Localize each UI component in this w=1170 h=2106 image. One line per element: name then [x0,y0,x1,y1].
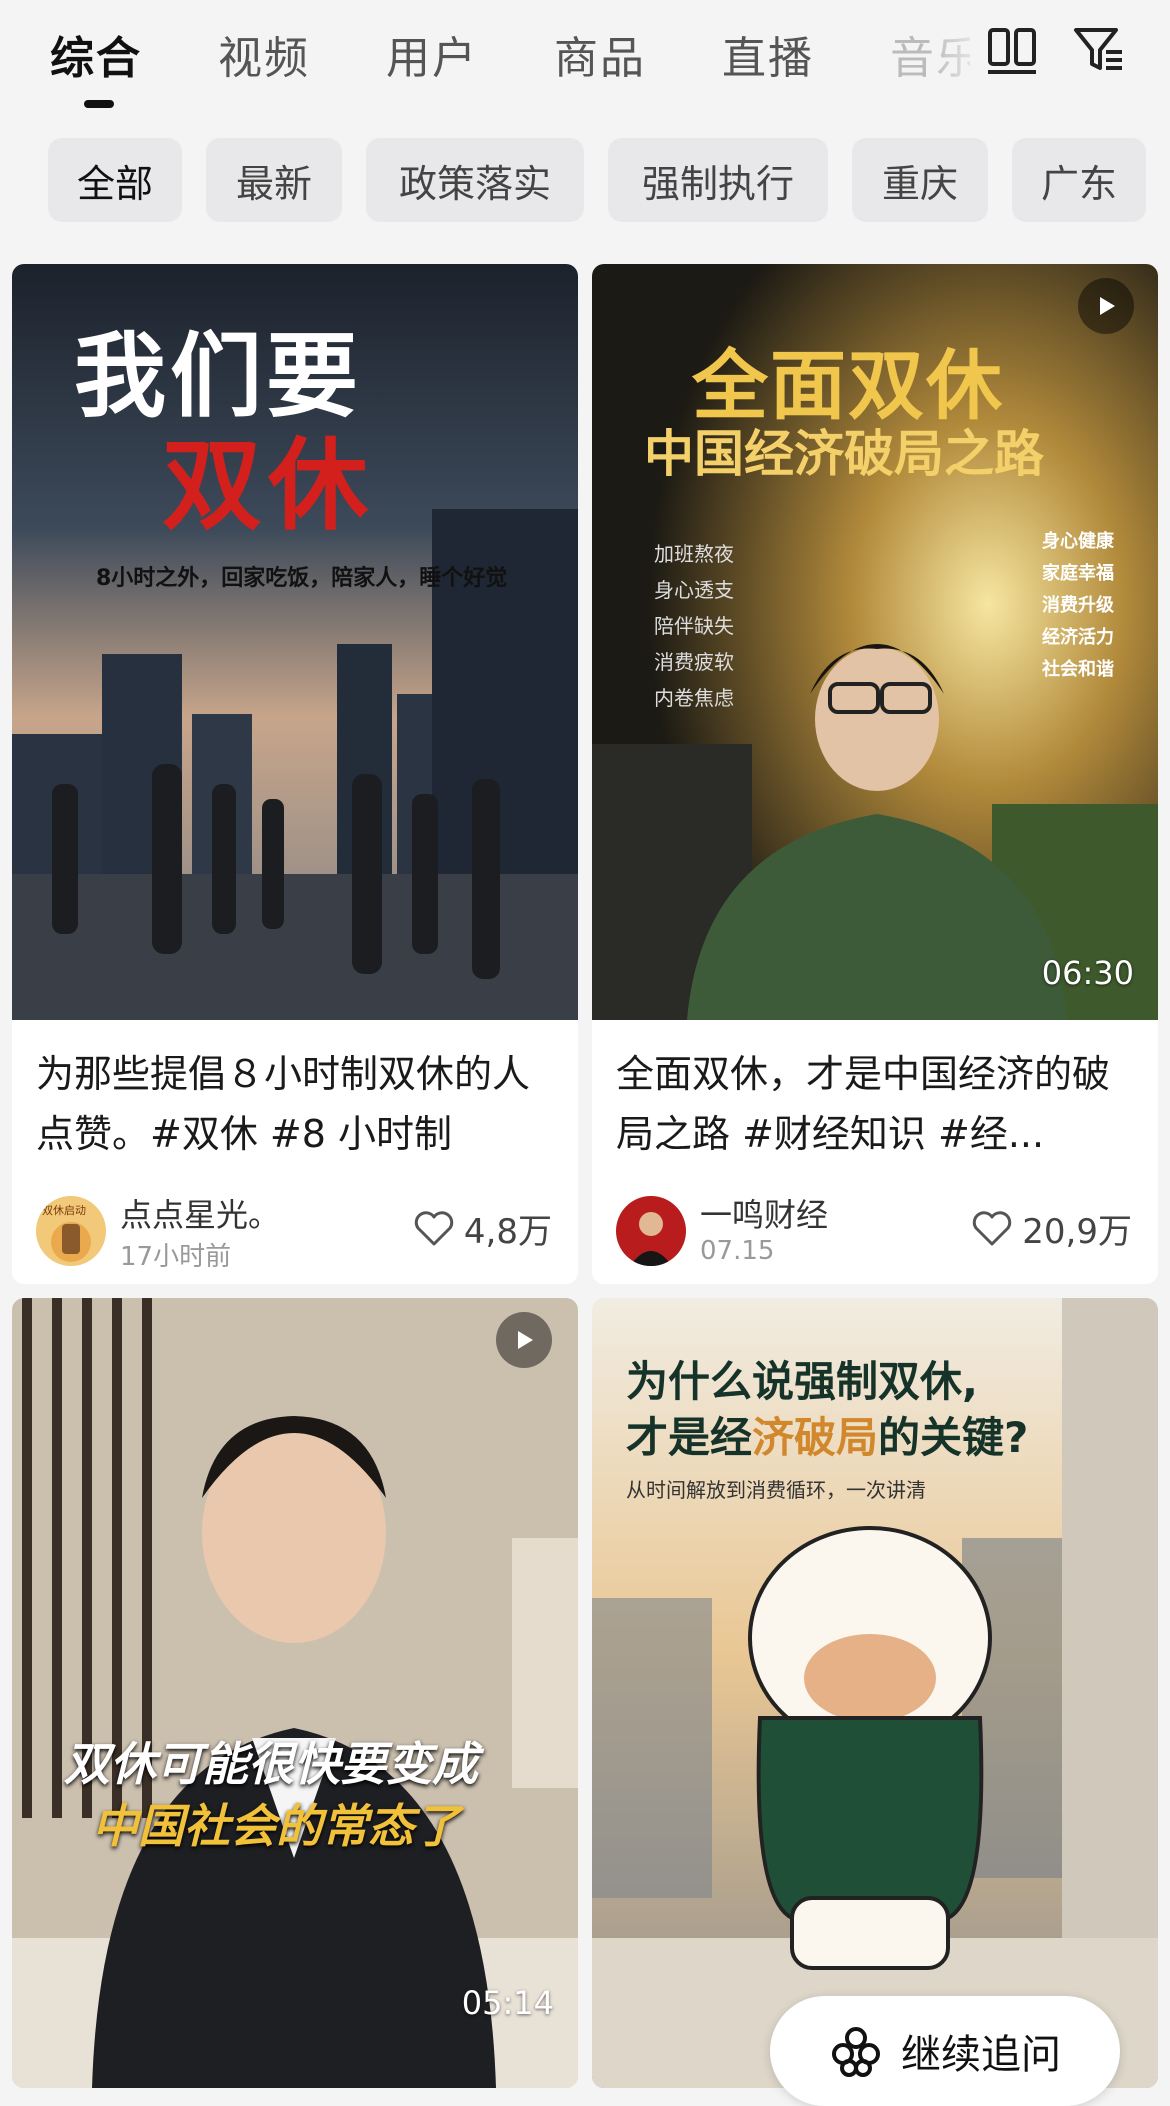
continue-ask-label: 继续追问 [901,2032,1061,2078]
cover-list-item: 身心健康 [1042,531,1114,552]
top-tab-bar: 综合 视频 用户 商品 直播 音乐 [0,0,1170,120]
chip-latest[interactable]: 最新 [206,138,342,222]
video-title[interactable]: 全面双休，才是中国经济的破局之路 #财经知识 #经... [616,1044,1136,1164]
chip-enforce[interactable]: 强制执行 [608,138,828,222]
cover-headline-part: 才是经 [626,1413,753,1462]
avatar[interactable]: 双休启动 [36,1196,106,1266]
play-icon[interactable] [496,1312,552,1368]
chip-all[interactable]: 全部 [48,138,182,222]
like-count: 20,9万 [1022,1212,1132,1252]
cover-list-item: 消费升级 [1042,595,1114,616]
video-duration: 05:14 [461,1984,554,2022]
cover-headline-part: 的关键? [878,1413,1029,1462]
video-cover[interactable]: 全面双休 中国经济破局之路 加班熬夜 身心透支 陪伴缺失 消费疲软 内卷焦虑 身… [592,264,1158,1020]
cover-list-item: 陪伴缺失 [654,614,734,638]
cover-subtitle: 8小时之外，回家吃饭，陪家人，睡个好觉 [96,566,508,591]
heart-icon [414,1210,454,1245]
tab-products[interactable]: 商品 [554,22,646,86]
video-duration: 06:30 [1041,954,1134,992]
avatar-label: 双休启动 [42,1204,86,1217]
like-button[interactable]: 20,9万 [972,1204,1132,1253]
heart-icon [973,1210,1012,1245]
video-card[interactable]: 为什么说强制双休, 才是经济破局的关键? 从时间解放到消费循环，一次讲清 [592,1298,1158,2088]
cover-list-item: 消费疲软 [654,650,734,674]
post-time: 17小时前 [120,1242,232,1272]
cover-headline-2: 中国社会的常态了 [92,1799,460,1853]
tab-fade-mask [930,10,990,100]
tab-users[interactable]: 用户 [386,22,478,86]
author-name[interactable]: 点点星光。 [120,1190,280,1236]
cover-headline-2: 双休 [162,427,374,544]
video-cover[interactable]: 为什么说强制双休, 才是经济破局的关键? 从时间解放到消费循环，一次讲清 [592,1298,1158,2088]
cover-list-item: 社会和谐 [1042,659,1114,680]
cover-right-list: 身心健康 家庭幸福 消费升级 经济活力 社会和谐 [1042,526,1114,686]
tab-live[interactable]: 直播 [722,22,814,86]
avatar[interactable] [616,1196,686,1266]
post-time: 07.15 [700,1236,775,1266]
video-card[interactable]: 双休可能很快要变成 中国社会的常态了 05:14 [12,1298,578,2088]
continue-ask-button[interactable]: 继续追问 [770,1996,1120,2106]
cover-headline-highlight: 济破局 [752,1413,879,1462]
play-icon[interactable] [1078,278,1134,334]
cover-headline-2: 中国经济破局之路 [644,425,1044,483]
cover-list-item: 内卷焦虑 [654,686,734,710]
chip-chongqing[interactable]: 重庆 [852,138,988,222]
flower-icon [832,2027,880,2077]
video-card[interactable]: 我们要 双休 8小时之外，回家吃饭，陪家人，睡个好觉 为那些提倡８小时制双休的人… [12,264,578,1284]
cover-list-item: 家庭幸福 [1042,563,1114,584]
cover-list-item: 身心透支 [654,578,734,602]
active-tab-indicator [84,100,114,108]
cover-list-item: 经济活力 [1042,627,1114,648]
tab-comprehensive[interactable]: 综合 [50,22,142,86]
cover-headline-1: 为什么说强制双休, [626,1357,978,1406]
cover-headline-1: 双休可能很快要变成 [64,1737,478,1791]
video-card[interactable]: 全面双休 中国经济破局之路 加班熬夜 身心透支 陪伴缺失 消费疲软 内卷焦虑 身… [592,264,1158,1284]
dual-column-icon[interactable] [984,22,1040,78]
cover-subtitle: 从时间解放到消费循环，一次讲清 [626,1478,926,1502]
video-cover[interactable]: 双休可能很快要变成 中国社会的常态了 05:14 [12,1298,578,2088]
author-name[interactable]: 一鸣财经 [700,1190,828,1236]
tab-video[interactable]: 视频 [218,22,310,86]
video-cover[interactable]: 我们要 双休 8小时之外，回家吃饭，陪家人，睡个好觉 [12,264,578,1020]
filter-icon[interactable] [1070,22,1126,78]
like-count: 4,8万 [463,1212,552,1252]
cover-list-item: 加班熬夜 [654,542,734,566]
chip-policy[interactable]: 政策落实 [366,138,584,222]
like-button[interactable]: 4,8万 [414,1204,552,1253]
cover-headline-2: 才是经济破局的关键? [626,1404,1028,1465]
chip-guangdong[interactable]: 广东 [1012,138,1146,222]
cover-left-list: 加班熬夜 身心透支 陪伴缺失 消费疲软 内卷焦虑 [654,536,734,716]
video-title[interactable]: 为那些提倡８小时制双休的人点赞。#双休 #8 小时制 [36,1044,556,1164]
